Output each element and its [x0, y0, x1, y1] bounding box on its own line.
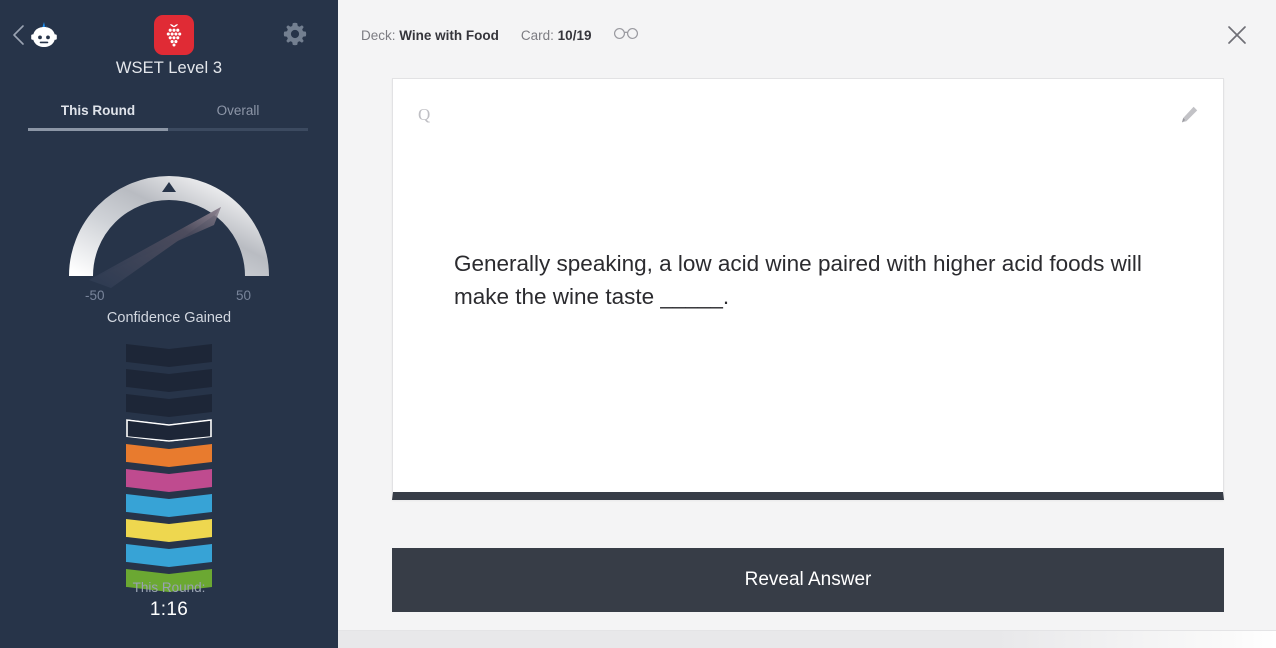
sidebar-tabs: This Round Overall — [28, 100, 308, 131]
chevron-level-current — [126, 419, 212, 442]
chevron-level-8 — [126, 519, 212, 542]
tab-this-round[interactable]: This Round — [28, 100, 168, 131]
robot-avatar-icon[interactable] — [28, 19, 60, 51]
back-chevron-icon[interactable] — [8, 22, 30, 48]
gauge-max-label: 50 — [235, 288, 251, 303]
card-type-marker: Q — [418, 105, 431, 124]
app-root: WSET Level 3 This Round Overall -50 50 C… — [0, 0, 1276, 648]
gauge-min-label: -50 — [85, 288, 105, 303]
gauge-caption: Confidence Gained — [106, 310, 232, 326]
gear-icon[interactable] — [282, 21, 308, 47]
chevron-progress-stack — [126, 344, 212, 594]
tab-overall[interactable]: Overall — [168, 100, 308, 131]
round-timer: This Round: 1:16 — [0, 580, 338, 621]
round-timer-label: This Round: — [132, 580, 206, 595]
card-body: Generally speaking, a low acid wine pair… — [454, 247, 1163, 313]
tab-this-round-underline — [28, 128, 168, 131]
pencil-edit-icon[interactable] — [1179, 105, 1199, 125]
card-position-value: 10/19 — [557, 27, 592, 43]
chevron-level-2 — [126, 369, 212, 392]
reveal-answer-button[interactable]: Reveal Answer — [392, 548, 1224, 612]
round-timer-value: 1:16 — [149, 599, 189, 620]
card-prefix-label: Card: — [520, 27, 554, 43]
close-icon[interactable] — [1224, 22, 1250, 48]
tab-overall-label: Overall — [216, 103, 260, 118]
chevron-level-5 — [126, 444, 212, 467]
chevron-current-outline — [126, 419, 212, 442]
chevron-level-7 — [126, 494, 212, 517]
deck-prefix-label: Deck: — [361, 27, 396, 43]
chevron-level-3 — [126, 394, 212, 417]
tab-overall-underline — [168, 128, 308, 131]
deck-breadcrumb: Deck: Wine with Food — [361, 28, 499, 43]
chevron-level-1 — [126, 344, 212, 367]
bottom-separator — [338, 630, 1276, 648]
card-question-text: Generally speaking, a low acid wine pair… — [454, 251, 1142, 309]
sidebar-bottom-strip — [0, 638, 338, 648]
confidence-gauge: -50 50 Confidence Gained — [0, 152, 338, 326]
sidebar-topbar: WSET Level 3 — [0, 0, 338, 77]
chevron-level-6 — [126, 469, 212, 492]
gauge-scale-labels: -50 50 — [69, 288, 269, 306]
chevron-level-9 — [126, 544, 212, 567]
flashcard[interactable]: Q Generally speaking, a low acid wine pa… — [392, 78, 1224, 500]
gauge-svg — [69, 176, 269, 288]
grape-cluster-logo — [154, 15, 194, 55]
main-topbar: Deck: Wine with Food Card: 10/19 — [338, 0, 1276, 70]
sidebar-deck-title: WSET Level 3 — [115, 59, 223, 77]
main-content: Deck: Wine with Food Card: 10/19 Q Gener… — [338, 0, 1276, 648]
glasses-icon[interactable] — [613, 27, 639, 45]
card-breadcrumb: Card: 10/19 — [521, 28, 592, 43]
sidebar: WSET Level 3 This Round Overall -50 50 C… — [0, 0, 338, 648]
deck-name-value: Wine with Food — [399, 27, 499, 43]
tab-this-round-label: This Round — [60, 103, 136, 118]
